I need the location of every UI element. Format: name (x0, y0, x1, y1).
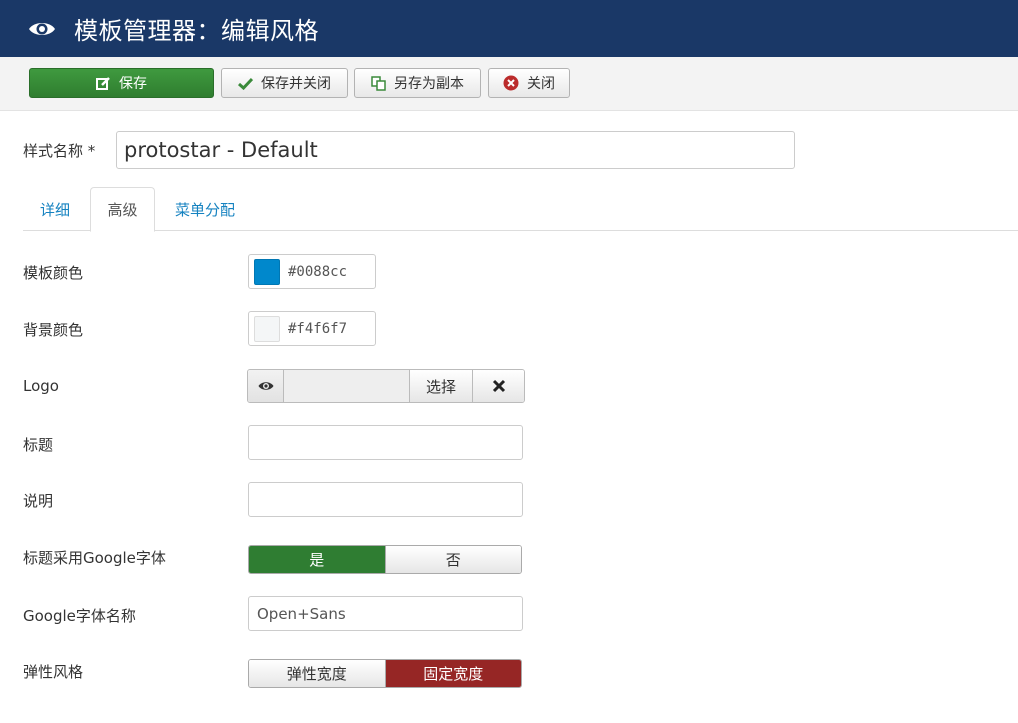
page-title: 模板管理器：编辑风格 (74, 17, 319, 45)
save-close-button[interactable]: 保存并关闭 (221, 68, 348, 98)
fluid-layout-toggle: 弹性宽度 固定宽度 (248, 659, 522, 688)
close-label: 关闭 (527, 76, 555, 92)
logo-path-input[interactable] (284, 370, 410, 402)
logo-media-field: 选择 (247, 369, 525, 403)
style-name-label: 样式名称 * (23, 142, 96, 160)
toolbar: 保存 保存并关闭 另存为副本 关闭 (0, 57, 1018, 111)
title-input[interactable] (248, 425, 523, 460)
logo-select-button[interactable]: 选择 (410, 370, 473, 402)
eye-icon (28, 15, 56, 43)
background-color-picker[interactable]: #f4f6f7 (248, 311, 376, 346)
tab-advanced[interactable]: 高级 (90, 187, 155, 232)
google-font-label: 标题采用Google字体 (23, 549, 166, 567)
close-button[interactable]: 关闭 (488, 68, 570, 98)
check-icon (238, 77, 253, 90)
fluid-width-option[interactable]: 弹性宽度 (249, 660, 385, 687)
tab-bar: 详细 高级 菜单分配 (23, 187, 1018, 232)
google-font-toggle: 是 否 (248, 545, 522, 574)
edit-icon (96, 76, 111, 91)
tab-menu-assignment[interactable]: 菜单分配 (163, 187, 247, 231)
google-font-no[interactable]: 否 (384, 546, 521, 573)
google-font-name-label: Google字体名称 (23, 607, 136, 625)
fluid-layout-label: 弹性风格 (23, 663, 84, 681)
clear-x-icon[interactable] (473, 370, 524, 402)
save-copy-button[interactable]: 另存为副本 (354, 68, 481, 98)
preview-eye-icon[interactable] (248, 370, 284, 402)
tab-details[interactable]: 详细 (23, 187, 87, 231)
save-button-label: 保存 (119, 76, 147, 92)
title-label: 标题 (23, 436, 54, 454)
save-button[interactable]: 保存 (29, 68, 214, 98)
style-name-input[interactable]: protostar - Default (116, 131, 795, 169)
background-color-label: 背景颜色 (23, 321, 84, 339)
copy-icon (371, 75, 386, 91)
close-circle-icon (503, 75, 519, 91)
save-copy-label: 另存为副本 (394, 76, 464, 92)
template-color-label: 模板颜色 (23, 264, 84, 282)
background-color-value: #f4f6f7 (288, 320, 348, 337)
description-input[interactable] (248, 482, 523, 517)
template-color-swatch[interactable] (254, 258, 280, 285)
static-width-option[interactable]: 固定宽度 (384, 660, 521, 687)
background-color-swatch[interactable] (254, 315, 280, 342)
logo-label: Logo (23, 377, 59, 395)
page-header: 模板管理器：编辑风格 (0, 0, 1018, 57)
save-close-label: 保存并关闭 (261, 76, 331, 92)
description-label: 说明 (23, 492, 54, 510)
google-font-name-input[interactable]: Open+Sans (248, 596, 523, 631)
template-color-value: #0088cc (288, 263, 348, 280)
template-color-picker[interactable]: #0088cc (248, 254, 376, 289)
google-font-yes[interactable]: 是 (249, 546, 385, 573)
